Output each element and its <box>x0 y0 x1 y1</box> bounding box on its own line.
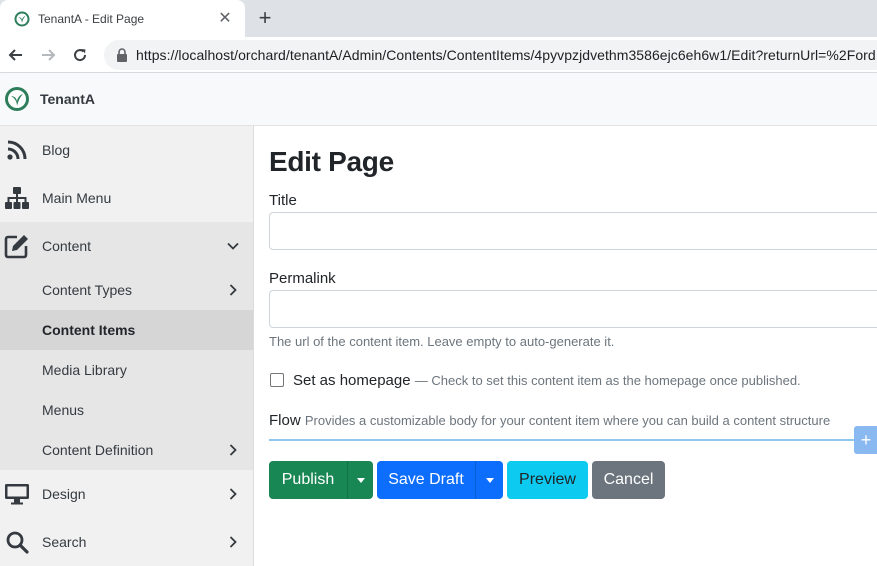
sidebar-item-label: Design <box>42 486 86 502</box>
back-arrow-icon <box>8 49 22 61</box>
browser-toolbar: https://localhost/orchard/tenantA/Admin/… <box>0 37 877 73</box>
permalink-hint: The url of the content item. Leave empty… <box>269 334 615 349</box>
chevron-right-icon <box>229 284 237 296</box>
sidebar-item-label: Content Definition <box>42 442 154 458</box>
sidebar-item-content-types[interactable]: Content Types <box>0 270 253 310</box>
cancel-button[interactable]: Cancel <box>592 461 665 499</box>
sidebar-item-main-menu[interactable]: Main Menu <box>0 174 253 222</box>
sidebar-item-label: Content Types <box>42 282 133 298</box>
flow-header: Flow Provides a customizable body for yo… <box>269 412 830 429</box>
main-content: Edit Page Title Permalink The url of the… <box>254 126 877 566</box>
permalink-label: Permalink <box>269 270 336 287</box>
sidebar-item-label: Media Library <box>42 362 127 378</box>
title-input[interactable] <box>269 212 877 250</box>
reload-icon <box>74 49 87 62</box>
chevron-right-icon <box>229 536 237 548</box>
rss-icon <box>4 137 30 163</box>
orchard-logo-icon[interactable] <box>4 86 30 112</box>
sidebar-item-design[interactable]: Design <box>0 470 253 518</box>
flow-divider <box>269 439 877 441</box>
homepage-label[interactable]: Set as homepage <box>293 372 411 389</box>
homepage-label-row: Set as homepage — Check to set this cont… <box>293 372 801 389</box>
flow-add-widget-button[interactable]: + <box>854 426 877 454</box>
search-icon <box>4 529 30 555</box>
sidebar-item-content[interactable]: Content <box>0 222 253 270</box>
sidebar-item-label: Content Items <box>42 322 136 338</box>
back-button[interactable] <box>4 43 28 67</box>
title-label: Title <box>269 192 297 209</box>
browser-tab-title: TenantA - Edit Page <box>38 11 145 26</box>
sidebar-item-menus[interactable]: Menus <box>0 390 253 430</box>
publish-dropdown-toggle[interactable] <box>347 461 373 499</box>
sidebar-item-label: Blog <box>42 142 71 158</box>
tenant-brand[interactable]: TenantA <box>40 91 95 107</box>
forward-button[interactable] <box>36 43 60 67</box>
browser-tab-bar: TenantA - Edit Page ✕ + <box>0 0 877 37</box>
monitor-icon <box>4 481 30 507</box>
homepage-checkbox[interactable] <box>270 373 284 387</box>
sidebar-item-blog[interactable]: Blog <box>0 126 253 174</box>
sidebar-item-label: Content <box>42 238 92 254</box>
caret-down-icon <box>485 477 494 483</box>
close-tab-icon[interactable]: ✕ <box>217 10 233 27</box>
sitemap-icon <box>4 185 30 211</box>
sidebar-item-search[interactable]: Search <box>0 518 253 566</box>
homepage-hint: — Check to set this content item as the … <box>414 373 801 388</box>
address-bar[interactable]: https://localhost/orchard/tenantA/Admin/… <box>104 40 877 70</box>
chevron-right-icon <box>229 444 237 456</box>
caret-down-icon <box>356 477 365 483</box>
sidebar-item-content-definition[interactable]: Content Definition <box>0 430 253 470</box>
page-title: Edit Page <box>269 146 394 177</box>
browser-tab[interactable]: TenantA - Edit Page ✕ <box>0 0 245 37</box>
publish-button[interactable]: Publish <box>269 461 347 499</box>
sidebar-item-label: Search <box>42 534 87 550</box>
edit-icon <box>4 233 30 259</box>
admin-sidebar: Blog Main Menu Content Content Types Con… <box>0 126 254 566</box>
chevron-right-icon <box>229 488 237 500</box>
new-tab-button[interactable]: + <box>253 6 277 30</box>
permalink-input[interactable] <box>269 290 877 328</box>
lock-icon <box>117 48 127 62</box>
chevron-down-icon <box>227 242 239 250</box>
preview-button[interactable]: Preview <box>507 461 588 499</box>
forward-arrow-icon <box>42 49 56 61</box>
flow-label: Flow <box>269 412 301 429</box>
orchard-favicon-icon <box>14 11 30 26</box>
reload-button[interactable] <box>68 43 92 67</box>
flow-hint: Provides a customizable body for your co… <box>304 413 831 428</box>
url-text: https://localhost/orchard/tenantA/Admin/… <box>136 47 876 63</box>
app-header: TenantA <box>0 73 877 126</box>
sidebar-item-content-items[interactable]: Content Items <box>0 310 253 350</box>
sidebar-item-media-library[interactable]: Media Library <box>0 350 253 390</box>
save-draft-dropdown-toggle[interactable] <box>475 461 503 499</box>
sidebar-item-label: Main Menu <box>42 190 112 206</box>
sidebar-item-label: Menus <box>42 402 85 418</box>
save-draft-button[interactable]: Save Draft <box>377 461 475 499</box>
